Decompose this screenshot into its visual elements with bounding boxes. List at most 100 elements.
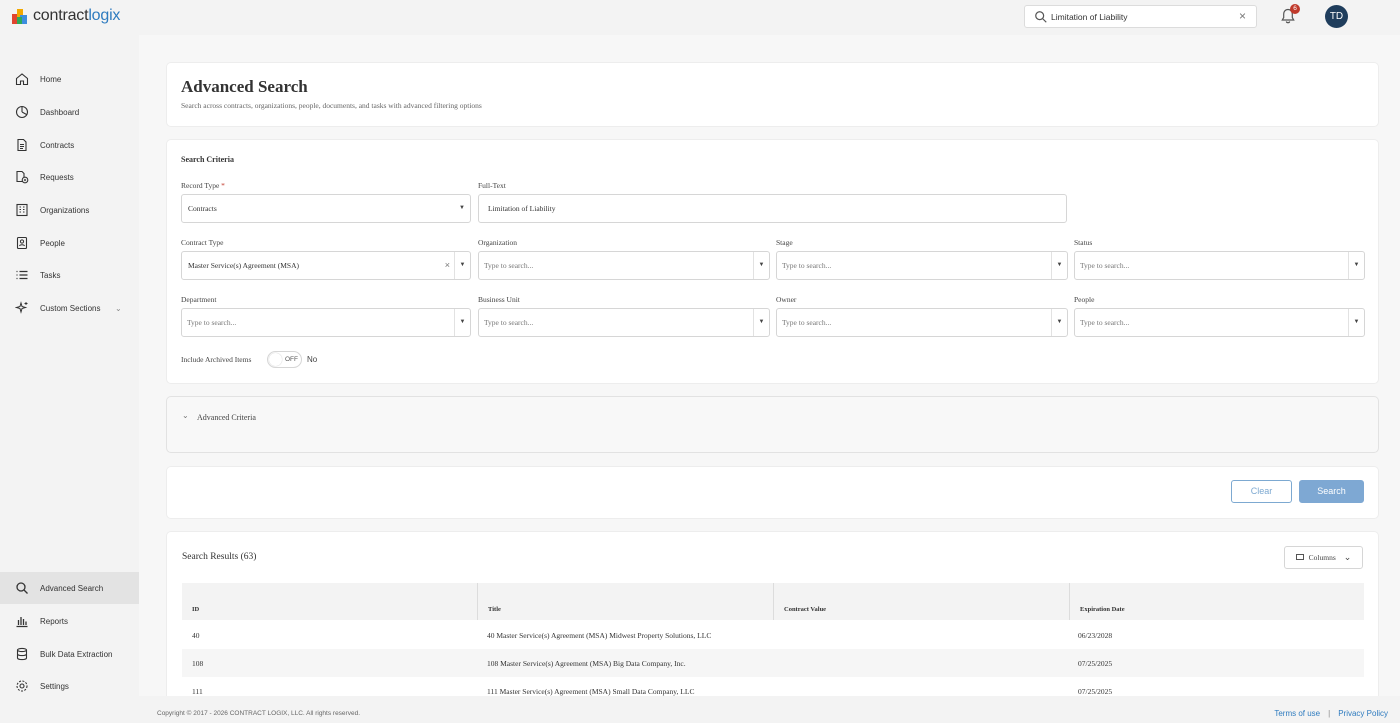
sidebar-item-reports[interactable]: Reports: [0, 605, 139, 637]
search-icon: [16, 582, 28, 594]
row-expiration-date: 06/23/2028: [1078, 631, 1113, 640]
column-header-label: Expiration Date: [1080, 606, 1125, 613]
chevron-down-icon: ⌄: [1343, 552, 1352, 562]
advanced-criteria-panel[interactable]: ⌄ Advanced Criteria: [167, 397, 1378, 452]
search-icon: [1035, 11, 1047, 23]
department-placeholder: Type to search...: [187, 318, 237, 327]
tasks-icon: [16, 270, 28, 280]
business-unit-select[interactable]: Type to search... ▼: [478, 308, 770, 337]
sidebar-item-bulk-data-extraction[interactable]: Bulk Data Extraction: [0, 638, 139, 670]
sidebar-item-label: Bulk Data Extraction: [40, 649, 113, 659]
global-search-input[interactable]: [1051, 9, 1231, 25]
table-row[interactable]: 40 40 Master Service(s) Agreement (MSA) …: [182, 621, 1364, 649]
full-text-label: Full-Text: [478, 181, 506, 190]
business-unit-label: Business Unit: [478, 295, 520, 304]
privacy-policy-link[interactable]: Privacy Policy: [1338, 709, 1388, 718]
top-bar: contractlogix × 6 TD: [0, 0, 1400, 35]
document-icon: [17, 138, 27, 152]
logo-text-main: contract: [33, 7, 89, 24]
sidebar-item-settings[interactable]: Settings: [0, 670, 139, 702]
sidebar-item-contracts[interactable]: Contracts: [0, 129, 139, 161]
search-actions-card: Clear Search: [167, 467, 1378, 518]
dropdown-arrow-icon[interactable]: ▼: [1051, 252, 1067, 279]
terms-of-use-link[interactable]: Terms of use: [1274, 709, 1320, 718]
sidebar-item-label: Tasks: [40, 270, 61, 280]
status-label: Status: [1074, 238, 1093, 247]
sparkle-icon: [15, 301, 28, 314]
sidebar-item-organizations[interactable]: Organizations: [0, 194, 139, 226]
clear-selection-icon[interactable]: ×: [445, 260, 450, 270]
sidebar-item-label: People: [40, 238, 65, 248]
row-title[interactable]: 108 Master Service(s) Agreement (MSA) Bi…: [487, 659, 686, 668]
record-type-label-text: Record Type: [181, 181, 220, 190]
sidebar-item-label: Contracts: [40, 140, 75, 150]
page-subtitle: Search across contracts, organizations, …: [181, 101, 482, 110]
column-header-contract-value[interactable]: Contract Value: [774, 583, 1070, 620]
main-content: Advanced Search Search across contracts,…: [139, 35, 1400, 702]
record-type-value: Contracts: [188, 204, 217, 213]
columns-icon: [1295, 554, 1304, 561]
full-text-input[interactable]: Limitation of Liability: [478, 194, 1067, 223]
global-search[interactable]: ×: [1024, 5, 1257, 28]
column-header-title[interactable]: Title: [478, 583, 774, 620]
sidebar-item-home[interactable]: Home: [0, 63, 139, 95]
footer-separator: |: [1328, 709, 1331, 718]
include-archived-state: No: [307, 355, 318, 364]
notification-badge: 6: [1290, 4, 1300, 14]
row-title[interactable]: 40 Master Service(s) Agreement (MSA) Mid…: [487, 631, 711, 640]
status-select[interactable]: Type to search... ▼: [1074, 251, 1365, 280]
department-label: Department: [181, 295, 217, 304]
record-type-select[interactable]: Contracts ▼: [181, 194, 471, 223]
sidebar-item-dashboard[interactable]: Dashboard: [0, 96, 139, 128]
table-row[interactable]: 108 108 Master Service(s) Agreement (MSA…: [182, 649, 1364, 677]
sidebar-item-custom-sections[interactable]: Custom Sections ⌄: [0, 292, 139, 324]
footer: Copyright © 2017 - 2026 CONTRACT LOGIX, …: [139, 696, 1400, 723]
contract-type-select[interactable]: Master Service(s) Agreement (MSA) × ▼: [181, 251, 471, 280]
page-title: Advanced Search: [181, 77, 308, 96]
organization-select[interactable]: Type to search... ▼: [478, 251, 770, 280]
dropdown-arrow-icon[interactable]: ▼: [753, 252, 769, 279]
dropdown-arrow-icon[interactable]: ▼: [1348, 309, 1364, 336]
column-header-expiration-date[interactable]: Expiration Date: [1070, 583, 1364, 620]
search-button[interactable]: Search: [1299, 480, 1364, 503]
clear-search-icon[interactable]: ×: [1239, 9, 1246, 23]
dropdown-arrow-icon[interactable]: ▼: [1348, 252, 1364, 279]
column-header-id[interactable]: ID: [182, 583, 478, 620]
owner-select[interactable]: Type to search... ▼: [776, 308, 1068, 337]
sidebar-item-label: Reports: [40, 616, 69, 626]
business-unit-placeholder: Type to search...: [484, 318, 534, 327]
row-expiration-date: 07/25/2025: [1078, 659, 1113, 668]
sidebar-item-advanced-search[interactable]: Advanced Search: [0, 572, 139, 604]
include-archived-toggle[interactable]: OFF: [267, 351, 302, 368]
sidebar-item-people[interactable]: People: [0, 227, 139, 259]
owner-placeholder: Type to search...: [782, 318, 832, 327]
columns-button[interactable]: Columns ⌄: [1284, 546, 1363, 569]
department-select[interactable]: Type to search... ▼: [181, 308, 471, 337]
sidebar-item-tasks[interactable]: Tasks: [0, 259, 139, 291]
stage-select[interactable]: Type to search... ▼: [776, 251, 1068, 280]
row-id: 111: [192, 687, 203, 696]
clear-button[interactable]: Clear: [1231, 480, 1292, 503]
full-text-value: Limitation of Liability: [488, 204, 556, 213]
logo-text-accent: logix: [88, 7, 121, 24]
request-icon: [16, 170, 29, 184]
dropdown-arrow-icon[interactable]: ▼: [1051, 309, 1067, 336]
app-logo[interactable]: contractlogix: [12, 7, 120, 25]
dropdown-arrow-icon[interactable]: ▼: [454, 309, 470, 336]
sidebar: Home Dashboard Contracts Requests Organi…: [0, 35, 139, 723]
results-table-header: ID Title Contract Value Expiration Date: [182, 583, 1364, 620]
sidebar-item-label: Dashboard: [40, 107, 80, 117]
dropdown-arrow-icon[interactable]: ▼: [454, 252, 470, 279]
chevron-down-icon: ⌄: [182, 411, 189, 420]
sidebar-item-label: Requests: [40, 172, 74, 182]
user-avatar[interactable]: TD: [1325, 5, 1348, 28]
sidebar-item-requests[interactable]: Requests: [0, 161, 139, 193]
search-criteria-title: Search Criteria: [181, 155, 234, 164]
row-title[interactable]: 111 Master Service(s) Agreement (MSA) Sm…: [487, 687, 694, 696]
logo-mark-icon: [12, 8, 27, 24]
column-header-label: ID: [192, 606, 200, 613]
dropdown-arrow-icon[interactable]: ▼: [753, 309, 769, 336]
people-select[interactable]: Type to search... ▼: [1074, 308, 1365, 337]
chevron-down-icon: ⌄: [115, 303, 122, 313]
organization-placeholder: Type to search...: [484, 261, 534, 270]
